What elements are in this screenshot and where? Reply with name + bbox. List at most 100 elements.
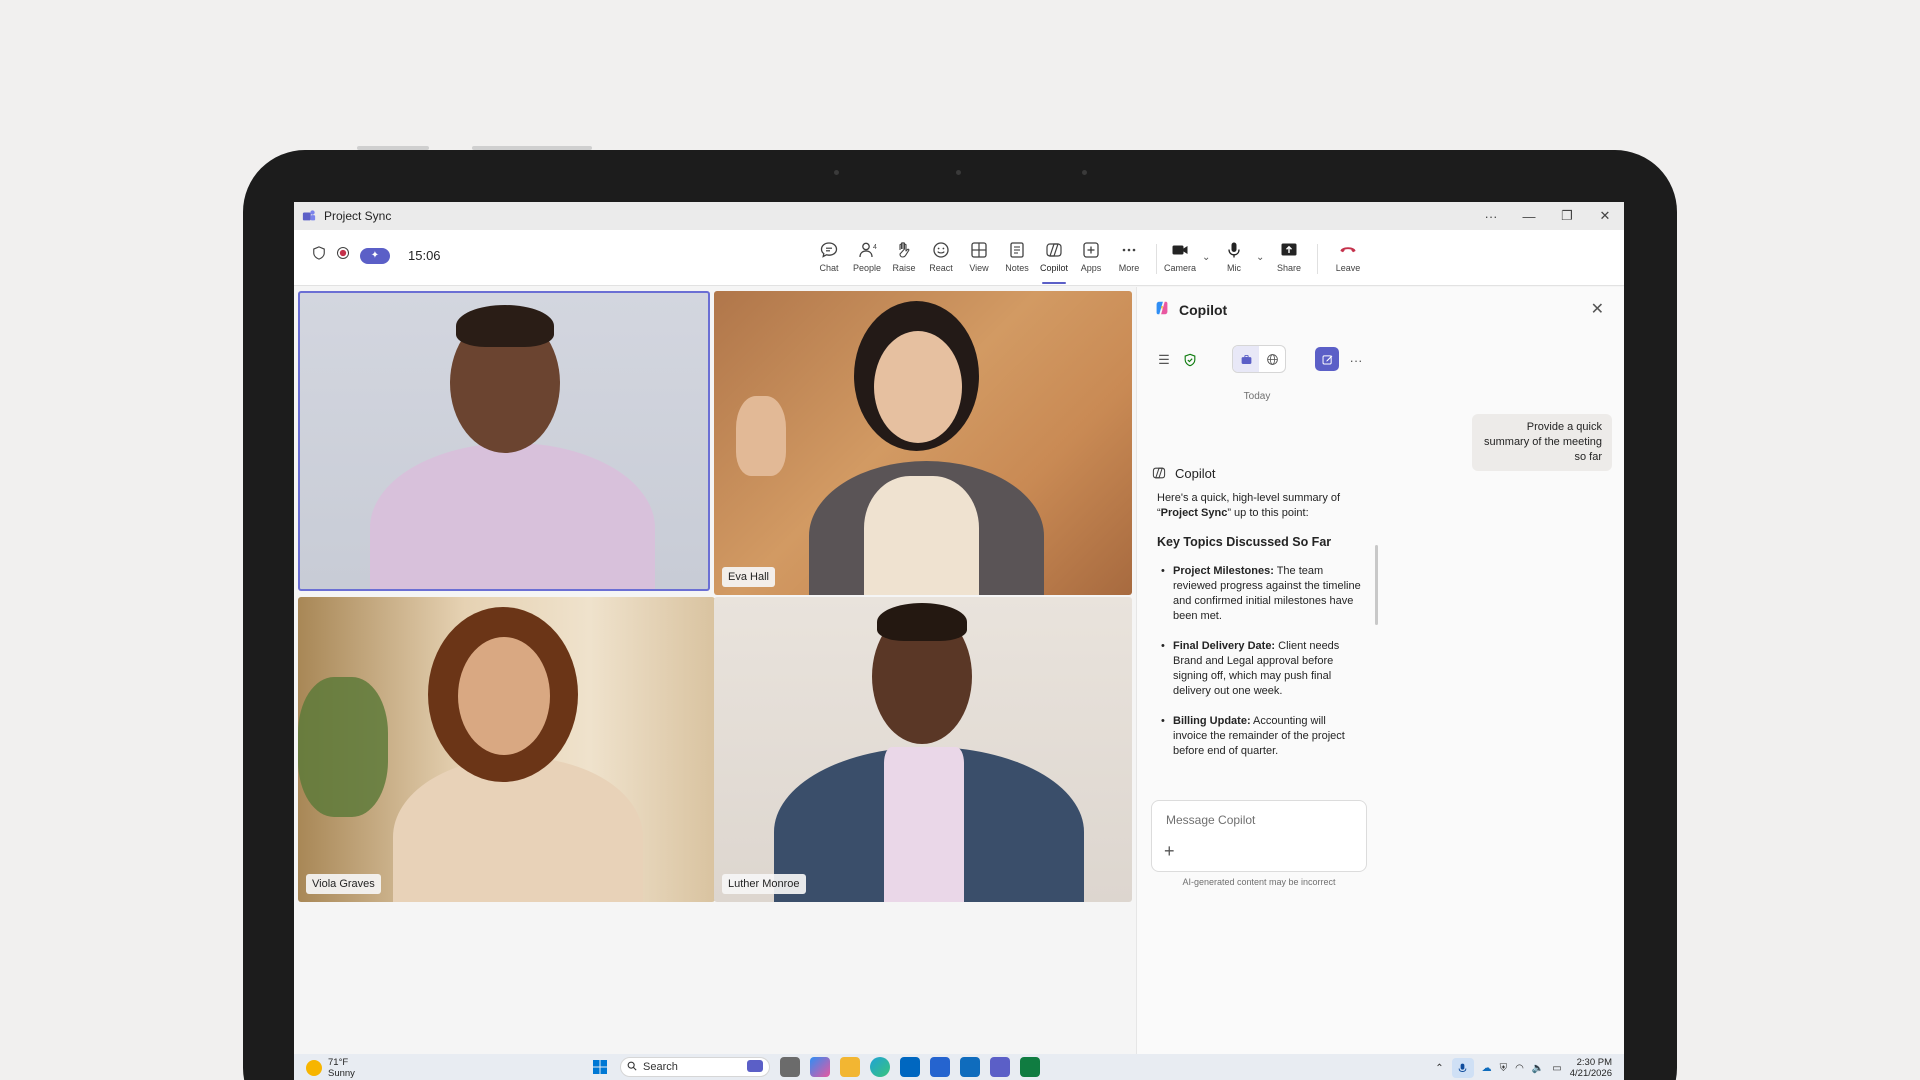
shield-icon[interactable]	[312, 246, 326, 265]
copilot-panel: Copilot ✕ ☰ ··· Today Provide a quick su	[1136, 287, 1624, 1054]
date-divider: Today	[1243, 391, 1271, 402]
close-window-button[interactable]: ✕	[1586, 202, 1624, 230]
minimize-button[interactable]: —	[1510, 202, 1548, 230]
close-panel-button[interactable]: ✕	[1591, 299, 1604, 319]
scrollbar[interactable]	[1375, 545, 1378, 625]
toolbar-divider	[1317, 244, 1318, 274]
mic-button[interactable]: Mic	[1214, 236, 1254, 282]
clock-time: 2:30 PM	[1576, 1057, 1612, 1068]
search-label: Search	[643, 1061, 678, 1073]
summary-bullet: Final Delivery Date: Client needs Brand …	[1157, 639, 1362, 699]
clock[interactable]: 2:30 PM 4/21/2026	[1570, 1057, 1612, 1079]
participant-name-label: Luther Monroe	[722, 874, 806, 894]
participant-video	[877, 603, 967, 641]
participant-name-label: Viola Graves	[306, 874, 381, 894]
add-attachment-icon[interactable]: +	[1164, 841, 1175, 862]
video-tile-participant-3[interactable]: Viola Graves	[298, 597, 715, 902]
web-scope-toggle[interactable]	[1259, 346, 1285, 372]
participant-video	[884, 747, 964, 902]
recording-icon[interactable]	[336, 246, 350, 265]
chevron-up-icon[interactable]: ⌃	[1435, 1063, 1443, 1074]
response-header: Copilot	[1151, 465, 1215, 481]
message-input[interactable]: Message Copilot +	[1151, 800, 1367, 872]
participant-video	[458, 637, 550, 755]
menu-lines-icon[interactable]: ☰	[1153, 349, 1175, 371]
edge-browser-icon[interactable]	[870, 1057, 890, 1077]
new-chat-button[interactable]	[1315, 347, 1339, 371]
copilot-response: Here's a quick, high-level summary of “P…	[1157, 491, 1362, 774]
emoji-icon	[933, 242, 949, 258]
compose-icon	[1322, 354, 1332, 364]
copilot-button[interactable]: Copilot	[1034, 236, 1074, 284]
maximize-button[interactable]: ❐	[1548, 202, 1586, 230]
briefcase-icon	[1241, 354, 1251, 364]
video-tile-participant-4[interactable]: Luther Monroe	[714, 597, 1132, 902]
view-button[interactable]: View	[959, 236, 999, 282]
user-message-bubble: Provide a quick summary of the meeting s…	[1472, 414, 1612, 471]
onedrive-icon[interactable]: ☁	[1482, 1063, 1492, 1074]
clock-date: 4/21/2026	[1569, 1068, 1612, 1079]
teams-icon	[302, 209, 316, 223]
wifi-icon[interactable]: ◠	[1515, 1063, 1524, 1074]
windows-start-icon[interactable]	[590, 1057, 610, 1077]
hand-icon	[899, 242, 910, 258]
more-button[interactable]: More	[1109, 236, 1149, 282]
add-app-icon	[1083, 242, 1099, 258]
copilot-sparkle-badge[interactable]: ✦	[360, 247, 390, 264]
outlook-icon[interactable]	[960, 1057, 980, 1077]
weather-widget[interactable]: 71°F Sunny	[306, 1057, 355, 1079]
chat-icon	[820, 242, 838, 258]
camera-options-chevron-icon[interactable]: ⌄	[1202, 252, 1210, 263]
security-icon[interactable]: ⛨	[1500, 1063, 1508, 1074]
summary-bullet: Billing Update: Accounting will invoice …	[1157, 714, 1362, 759]
title-bar: Project Sync ··· — ❐ ✕	[294, 202, 1624, 230]
notes-icon	[1010, 242, 1024, 258]
people-button[interactable]: 4 People	[847, 236, 887, 282]
device-button	[472, 146, 592, 150]
camera-button[interactable]: Camera	[1160, 236, 1200, 282]
camera-dot	[956, 170, 961, 175]
task-view-icon[interactable]	[780, 1057, 800, 1077]
raise-hand-button[interactable]: Raise	[884, 236, 924, 282]
apps-button[interactable]: Apps	[1071, 236, 1111, 282]
store-icon[interactable]	[900, 1057, 920, 1077]
camera-dot	[1082, 170, 1087, 175]
response-intro: Here's a quick, high-level summary of “P…	[1157, 492, 1341, 519]
grid-icon	[971, 242, 987, 258]
share-button[interactable]: Share	[1269, 236, 1309, 282]
copilot-icon	[1152, 467, 1166, 479]
microphone-icon	[1228, 242, 1240, 258]
taskbar-apps: Search	[590, 1057, 1040, 1077]
search-highlight-icon	[747, 1059, 763, 1075]
m365-copilot-icon[interactable]	[810, 1057, 830, 1077]
shield-check-icon[interactable]	[1179, 349, 1201, 371]
volume-icon[interactable]: 🔈	[1532, 1063, 1544, 1074]
teams-icon[interactable]	[990, 1057, 1010, 1077]
notes-button[interactable]: Notes	[997, 236, 1037, 282]
more-options-icon[interactable]: ···	[1472, 202, 1510, 230]
copilot-toolbar: ☰ ···	[1137, 345, 1373, 375]
participant-video	[864, 476, 979, 595]
work-scope-toggle[interactable]	[1233, 346, 1259, 372]
video-tile-participant-1[interactable]	[298, 291, 710, 591]
mic-options-chevron-icon[interactable]: ⌄	[1256, 252, 1264, 263]
more-options-icon[interactable]: ···	[1345, 349, 1367, 371]
microphone-in-use-icon[interactable]	[1451, 1058, 1474, 1078]
taskbar-search[interactable]: Search	[620, 1057, 770, 1077]
file-explorer-icon[interactable]	[840, 1057, 860, 1077]
camera-icon	[1172, 245, 1188, 255]
battery-icon[interactable]: ▭	[1552, 1063, 1561, 1074]
section-heading: Key Topics Discussed So Far	[1157, 535, 1332, 549]
to-do-icon[interactable]	[930, 1057, 950, 1077]
leave-button[interactable]: Leave	[1328, 236, 1368, 282]
search-icon	[627, 1061, 637, 1074]
video-tile-participant-2[interactable]: Eva Hall	[714, 291, 1132, 595]
chat-button[interactable]: Chat	[809, 236, 849, 282]
ellipsis-icon	[1122, 248, 1136, 252]
excel-icon[interactable]	[1020, 1057, 1040, 1077]
participant-video	[874, 331, 962, 443]
weather-description: Sunny	[328, 1068, 355, 1079]
scope-toggle	[1232, 345, 1286, 373]
ai-disclaimer: AI-generated content may be incorrect	[1182, 877, 1336, 887]
react-button[interactable]: React	[921, 236, 961, 282]
